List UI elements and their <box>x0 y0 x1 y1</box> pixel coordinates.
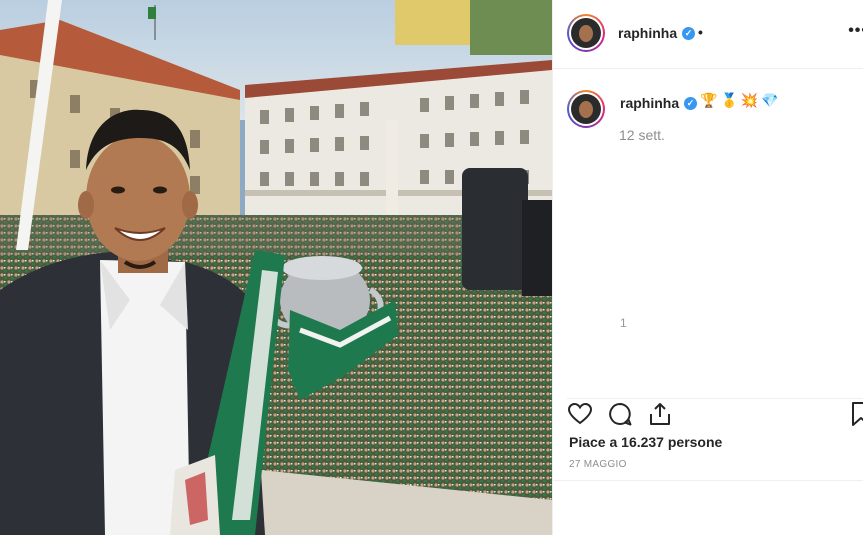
medal-emoji: 🥇 <box>720 92 738 108</box>
avatar-image <box>571 94 601 124</box>
more-options-icon[interactable]: ••• <box>848 22 863 40</box>
comment-divider <box>553 480 863 481</box>
header-username[interactable]: raphinha <box>618 25 677 41</box>
caption-username[interactable]: raphinha <box>620 95 679 111</box>
heart-icon[interactable] <box>567 401 593 427</box>
bookmark-icon[interactable] <box>848 401 863 427</box>
photo-illustration <box>0 0 552 535</box>
trophy-emoji: 🏆 <box>700 92 718 108</box>
caption-timestamp[interactable]: 12 sett. <box>619 127 665 143</box>
verified-badge-icon: ✓ <box>682 27 695 40</box>
caption-emojis: 🏆 🥇 💥 💎 <box>700 92 779 109</box>
avatar-image <box>571 18 601 48</box>
post-photo[interactable] <box>0 0 552 535</box>
share-icon[interactable] <box>647 401 673 427</box>
avatar-frame <box>569 92 603 126</box>
header-separator: • <box>698 24 703 40</box>
post-side-panel: raphinha ✓ • ••• raphinha ✓ 🏆 🥇 💥 💎 12 s… <box>552 0 863 535</box>
likes-count[interactable]: Piace a 16.237 persone <box>569 434 722 450</box>
gem-emoji: 💎 <box>761 92 779 108</box>
comment-icon[interactable] <box>607 401 633 427</box>
author-avatar[interactable] <box>567 14 605 52</box>
stray-mark: 1 <box>620 316 627 330</box>
caption-author-avatar[interactable] <box>567 90 605 128</box>
verified-badge-icon: ✓ <box>684 97 697 110</box>
post-date[interactable]: 27 MAGGIO <box>569 459 627 470</box>
avatar-frame <box>569 16 603 50</box>
collision-emoji: 💥 <box>740 92 759 108</box>
post-header: raphinha ✓ • ••• <box>553 0 863 69</box>
action-bar <box>567 398 863 427</box>
